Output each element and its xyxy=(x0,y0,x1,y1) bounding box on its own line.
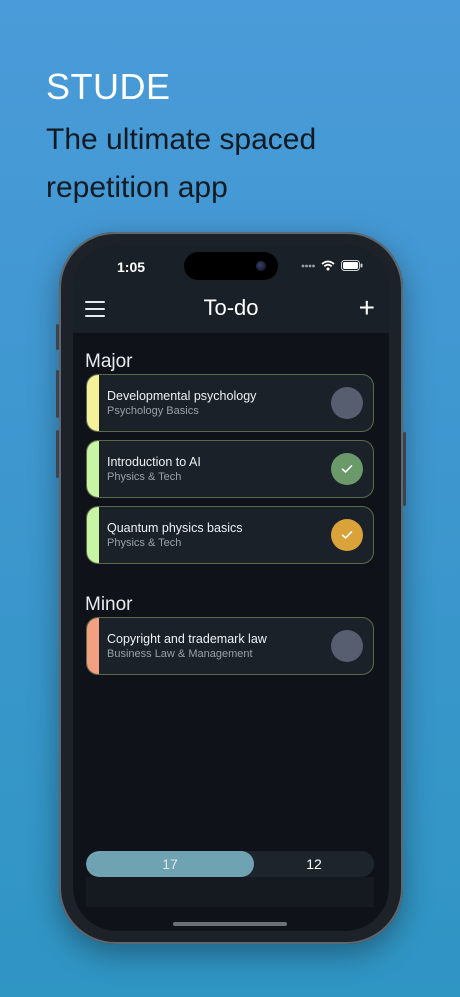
volume-down-button xyxy=(56,430,59,478)
category-color-bar xyxy=(87,375,99,431)
task-status-toggle[interactable] xyxy=(331,387,363,419)
camera-icon xyxy=(256,261,266,271)
app-screen: 1:05 To-do + Major Developmental psychol… xyxy=(73,245,389,931)
task-card[interactable]: Developmental psychology Psychology Basi… xyxy=(86,374,374,432)
task-card[interactable]: Quantum physics basics Physics & Tech xyxy=(86,506,374,564)
checkmark-icon xyxy=(341,531,353,539)
category-color-bar xyxy=(87,618,99,674)
tab-17[interactable]: 17 xyxy=(86,851,254,877)
section-title-minor: Minor xyxy=(85,594,133,615)
status-time: 1:05 xyxy=(117,259,146,275)
task-title: Introduction to AI xyxy=(107,455,201,469)
category-color-bar xyxy=(87,507,99,563)
volume-up-button xyxy=(56,370,59,418)
plus-icon[interactable]: + xyxy=(359,293,375,323)
side-button xyxy=(56,324,59,350)
promo-title: STUDE xyxy=(46,66,171,107)
nav-bar: To-do + xyxy=(73,287,389,333)
power-button xyxy=(403,432,406,506)
category-color-bar xyxy=(87,441,99,497)
task-subtitle: Physics & Tech xyxy=(107,537,182,549)
status-icons xyxy=(301,260,363,271)
task-subtitle: Business Law & Management xyxy=(107,648,253,660)
wifi-icon xyxy=(321,260,335,271)
task-title: Copyright and trademark law xyxy=(107,632,267,646)
task-card[interactable]: Copyright and trademark law Business Law… xyxy=(86,617,374,675)
task-title: Quantum physics basics xyxy=(107,521,243,535)
phone-frame: 1:05 To-do + Major Developmental psychol… xyxy=(56,232,406,944)
task-status-toggle[interactable] xyxy=(331,630,363,662)
task-title: Developmental psychology xyxy=(107,389,257,403)
task-status-toggle[interactable] xyxy=(331,519,363,551)
task-subtitle: Physics & Tech xyxy=(107,471,182,483)
promo-subtitle: The ultimate spaced repetition app xyxy=(46,123,317,204)
page-title: To-do xyxy=(203,295,259,320)
bottom-panel xyxy=(86,877,374,907)
task-status-toggle[interactable] xyxy=(331,453,363,485)
tab-12[interactable]: 12 xyxy=(254,851,374,877)
checkmark-icon xyxy=(341,465,353,473)
battery-icon xyxy=(341,260,363,271)
signal-dots-icon xyxy=(301,264,315,267)
task-subtitle: Psychology Basics xyxy=(107,405,199,417)
bottom-tab-switcher: 17 12 xyxy=(86,851,374,877)
home-indicator[interactable] xyxy=(173,922,287,926)
task-card[interactable]: Introduction to AI Physics & Tech xyxy=(86,440,374,498)
status-bar: 1:05 xyxy=(73,245,389,287)
section-title-major: Major xyxy=(85,351,133,372)
dynamic-island xyxy=(184,252,278,280)
